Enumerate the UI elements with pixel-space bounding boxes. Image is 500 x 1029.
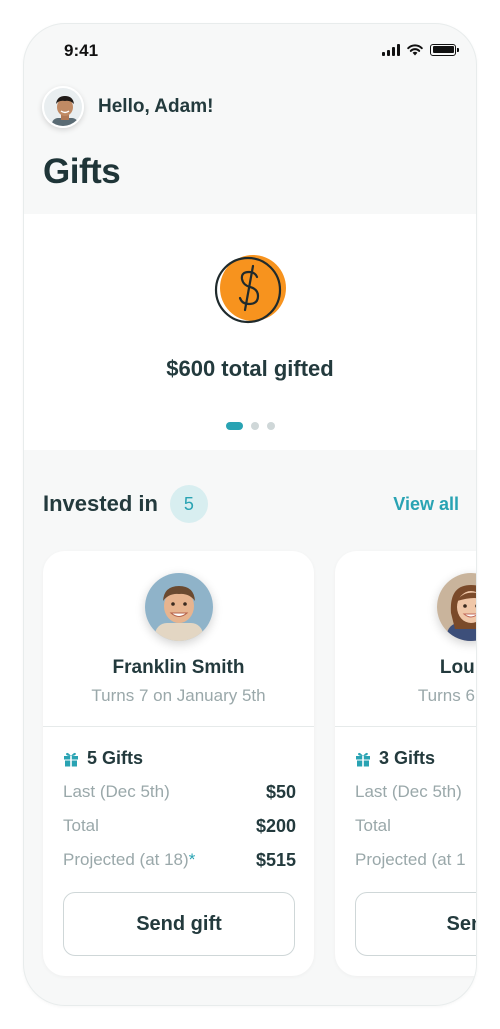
wifi-icon bbox=[407, 44, 423, 56]
section-title: Invested in bbox=[43, 491, 158, 516]
child-photo bbox=[145, 573, 213, 641]
greeting-row: Hello, Adam! bbox=[42, 86, 213, 128]
child-name: Franklin Smith bbox=[112, 657, 245, 678]
pager-dot[interactable] bbox=[250, 422, 259, 430]
send-gift-button[interactable]: Send gift bbox=[63, 892, 295, 956]
stat-label: Last (Dec 5th) bbox=[355, 782, 462, 801]
status-time: 9:41 bbox=[64, 41, 99, 60]
pager-dot-active[interactable] bbox=[225, 422, 243, 430]
stat-row-total: Total $200 bbox=[63, 816, 296, 837]
stat-row-projected: Projected (at 1 bbox=[355, 850, 476, 870]
stat-label: Projected (at 1 bbox=[355, 850, 466, 869]
stat-label: Projected (at 18) bbox=[63, 850, 189, 869]
child-birthday: Turns 7 on January 5th bbox=[91, 686, 266, 705]
gift-icon bbox=[356, 752, 370, 766]
view-all-link[interactable]: View all bbox=[393, 494, 459, 515]
stat-label: Total bbox=[355, 816, 391, 835]
phone-screen: 9:41 Hello, Adam! Gifts $600 total gifte… bbox=[23, 23, 477, 1006]
stat-label-projected[interactable]: Projected (at 18)* bbox=[63, 850, 195, 871]
send-gift-button[interactable]: Send bbox=[355, 892, 476, 956]
stat-row-last: Last (Dec 5th) bbox=[355, 782, 476, 802]
profile-avatar[interactable] bbox=[42, 86, 84, 128]
gifts-count: 5 Gifts bbox=[87, 748, 144, 768]
gifts-count-row: 3 Gifts bbox=[355, 748, 435, 769]
child-birthday: Turns 6 on Fe bbox=[417, 686, 476, 705]
stat-value: $200 bbox=[255, 816, 296, 836]
gift-icon bbox=[64, 752, 78, 766]
gifts-count: 3 Gifts bbox=[379, 748, 436, 768]
child-name: Louise bbox=[439, 657, 476, 678]
stat-value: $515 bbox=[255, 850, 296, 870]
divider bbox=[43, 726, 314, 727]
child-photo bbox=[437, 573, 476, 641]
count-badge: 5 bbox=[169, 485, 208, 523]
carousel-pager bbox=[24, 422, 476, 430]
footnote-marker: * bbox=[188, 850, 196, 869]
stat-row-total: Total bbox=[355, 816, 476, 836]
page-title: Gifts bbox=[43, 152, 121, 191]
greeting-text: Hello, Adam! bbox=[98, 96, 214, 117]
status-bar: 9:41 bbox=[24, 24, 476, 78]
invested-header: Invested in 5 View all bbox=[43, 484, 459, 524]
summary-carousel[interactable]: $600 total gifted bbox=[24, 214, 476, 450]
child-card[interactable]: Louise Turns 6 on Fe 3 Gifts Last (Dec 5… bbox=[335, 551, 476, 976]
dollar-coin-icon bbox=[214, 255, 286, 324]
stat-value: $50 bbox=[265, 782, 296, 802]
stat-row-last: Last (Dec 5th) $50 bbox=[63, 782, 296, 803]
pager-dot[interactable] bbox=[266, 422, 275, 430]
signal-icon bbox=[382, 43, 400, 56]
total-gifted: $600 total gifted bbox=[166, 356, 334, 381]
stat-row-projected: Projected (at 18)* $515 bbox=[63, 850, 296, 871]
battery-icon bbox=[430, 43, 459, 56]
child-card[interactable]: Franklin Smith Turns 7 on January 5th 5 … bbox=[43, 551, 314, 976]
divider bbox=[335, 726, 476, 727]
status-icons bbox=[382, 43, 459, 56]
gifts-count-row: 5 Gifts bbox=[63, 748, 143, 769]
stat-label: Last (Dec 5th) bbox=[63, 782, 170, 801]
stat-label: Total bbox=[63, 816, 99, 835]
